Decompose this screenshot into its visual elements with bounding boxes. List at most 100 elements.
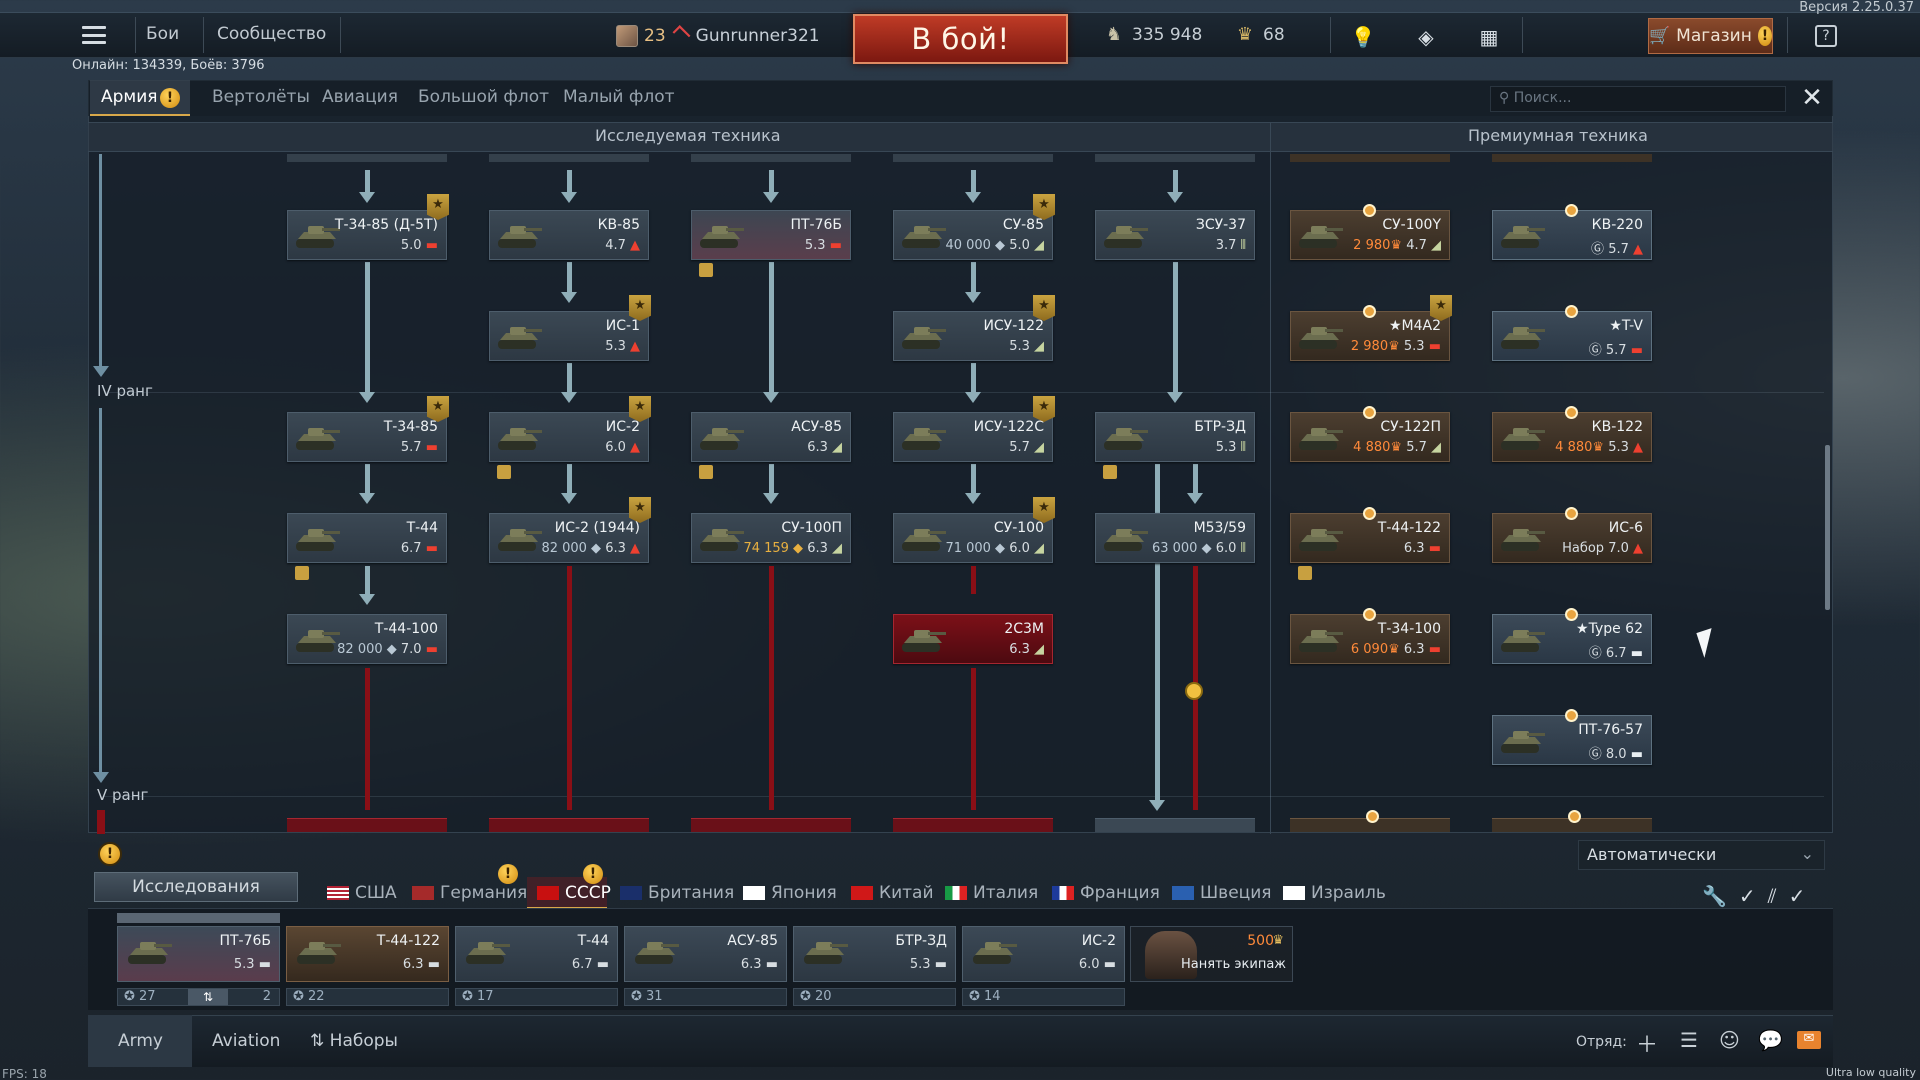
- tab-aviation-mode[interactable]: Aviation: [212, 1031, 280, 1051]
- check-icon[interactable]: ✓: [1789, 884, 1806, 908]
- crew-slot[interactable]: ПТ-76Б 5.3 ▬: [117, 926, 280, 982]
- nation-tab[interactable]: Италия: [945, 883, 1038, 903]
- vehicle-card[interactable]: СУ-85 40 000 ◆ 5.0 ◢: [893, 210, 1053, 260]
- vehicle-card[interactable]: ИСУ-122 5.3 ◢: [893, 311, 1053, 361]
- premium-vehicle-card[interactable]: СУ-100Y 2 980♛ 4.7 ◢: [1290, 210, 1450, 260]
- swap-icon[interactable]: ⇅: [188, 989, 228, 1005]
- wrench-icon[interactable]: 🔧: [1702, 884, 1727, 908]
- hire-crew-slot[interactable]: 500 ♛ Нанять экипаж: [1130, 926, 1293, 982]
- tab-army-mode[interactable]: Army: [118, 1031, 163, 1051]
- vehicle-name: СУ-100Y: [1382, 217, 1441, 233]
- help-icon[interactable]: ?: [1815, 25, 1837, 47]
- premium-vehicle-card[interactable]: ★T-V Ⓖ 5.7 ▬: [1492, 311, 1652, 361]
- nation-tab[interactable]: Франция: [1052, 883, 1160, 903]
- crew-slot[interactable]: ИС-2 6.0 ▬: [962, 926, 1125, 982]
- vehicle-card[interactable]: ИС-2 6.0 ▲: [489, 412, 649, 462]
- card-cutoff: [489, 154, 649, 162]
- battles-link[interactable]: Бои: [146, 24, 179, 44]
- vehicle-card[interactable]: Т-34-85 (Д-5Т) 5.0 ▬: [287, 210, 447, 260]
- td-class-icon: ◢: [1034, 541, 1044, 556]
- battle-rating: 5.3 ▲: [605, 339, 640, 354]
- vehicle-card[interactable]: ЗСУ-37 3.7 ⫴: [1095, 210, 1255, 260]
- vehicle-card[interactable]: КВ-85 4.7 ▲: [489, 210, 649, 260]
- nation-tab[interactable]: СССР: [537, 883, 611, 903]
- nation-tab[interactable]: Израиль: [1283, 883, 1386, 903]
- chat-icon[interactable]: 💬: [1758, 1028, 1783, 1052]
- shop-button[interactable]: 🛒 Магазин !: [1648, 18, 1773, 54]
- premium-vehicle-card[interactable]: ★M4A2 2 980♛ 5.3 ▬: [1290, 311, 1450, 361]
- tab-aviation[interactable]: Авиация: [322, 87, 398, 107]
- presets-button[interactable]: ⇅ Наборы: [310, 1031, 398, 1051]
- vehicle-card[interactable]: СУ-100 71 000 ◆ 6.0 ◢: [893, 513, 1053, 563]
- vehicle-card[interactable]: ИС-2 (1944) 82 000 ◆ 6.3 ▲: [489, 513, 649, 563]
- tab-army[interactable]: Армия: [101, 87, 158, 107]
- search-input[interactable]: ⚲ Поиск...: [1490, 86, 1786, 112]
- tab-helicopters[interactable]: Вертолёты: [212, 87, 310, 107]
- vehicle-card[interactable]: 2С3М 6.3 ◢: [893, 614, 1053, 664]
- check-icon[interactable]: ✓: [1739, 884, 1756, 908]
- premium-vehicle-card[interactable]: КВ-122 4 880♛ 5.3 ▲: [1492, 412, 1652, 462]
- crew-slot[interactable]: АСУ-85 6.3 ▬: [624, 926, 787, 982]
- research-button[interactable]: Исследования: [94, 872, 298, 902]
- premium-vehicle-card[interactable]: ★Type 62 Ⓖ 6.7 ▬: [1492, 614, 1652, 664]
- tab-bluewater-fleet[interactable]: Большой флот: [418, 87, 549, 107]
- card-cutoff: [1095, 154, 1255, 162]
- crew-slot[interactable]: БТР-ЗД 5.3 ▬: [793, 926, 956, 982]
- crew-icon: [699, 263, 713, 277]
- vehicle-card[interactable]: Т-44 6.7 ▬: [287, 513, 447, 563]
- premium-vehicle-card[interactable]: Т-44-122 6.3 ▬: [1290, 513, 1450, 563]
- golden-eagles[interactable]: ♛ 68: [1234, 24, 1285, 46]
- double-check-icon[interactable]: ⫽: [1768, 884, 1777, 908]
- br-value: 6.7: [1605, 646, 1631, 661]
- nation-tab[interactable]: Япония: [743, 883, 837, 903]
- battle-rating: Ⓖ 5.7 ▬: [1589, 339, 1643, 358]
- battle-rating: 3.7 ⫴: [1216, 238, 1246, 253]
- premium-vehicle-card[interactable]: ИС-6 Набор 7.0 ▲: [1492, 513, 1652, 563]
- community-link[interactable]: Сообщество: [217, 24, 326, 44]
- menu-icon[interactable]: [82, 26, 106, 44]
- nation-tab[interactable]: Китай: [851, 883, 934, 903]
- battle-rating: Ⓖ 8.0 ▬: [1589, 743, 1643, 762]
- premium-vehicle-card[interactable]: КВ-220 Ⓖ 5.7 ▲: [1492, 210, 1652, 260]
- crew-slot[interactable]: Т-44 6.7 ▬: [455, 926, 618, 982]
- nation-tab[interactable]: Британия: [620, 883, 734, 903]
- vehicle-card[interactable]: М53/59 63 000 ◆ 6.0 ⫴: [1095, 513, 1255, 563]
- premium-marker-icon: [1565, 608, 1578, 621]
- vehicle-card[interactable]: Т-34-85 5.7 ▬: [287, 412, 447, 462]
- player-profile[interactable]: 23 Gunrunner321: [616, 22, 820, 50]
- premium-vehicle-card[interactable]: ПТ-76-57 Ⓖ 8.0 ▬: [1492, 715, 1652, 765]
- to-battle-button[interactable]: В бой!: [853, 14, 1068, 64]
- auto-select-dropdown[interactable]: Автоматически ⌄: [1578, 840, 1825, 870]
- close-icon[interactable]: ✕: [1797, 83, 1827, 113]
- td-class-icon: ◢: [1034, 339, 1044, 354]
- vehicle-card[interactable]: АСУ-85 6.3 ◢: [691, 412, 851, 462]
- warning-icon[interactable]: !: [98, 842, 122, 866]
- scrollbar[interactable]: [1825, 445, 1830, 610]
- plus-icon[interactable]: ＋: [1636, 1027, 1658, 1059]
- nation-tab[interactable]: США: [327, 883, 397, 903]
- premium-vehicle-card[interactable]: СУ-122П 4 880♛ 5.7 ◢: [1290, 412, 1450, 462]
- vehicle-card[interactable]: БТР-ЗД 5.3 ⫴: [1095, 412, 1255, 462]
- heavy-class-icon: ▲: [630, 339, 640, 354]
- mail-icon[interactable]: ✉: [1797, 1031, 1821, 1049]
- rank-separator: [104, 796, 1824, 797]
- vehicle-card[interactable]: ИС-1 5.3 ▲: [489, 311, 649, 361]
- vehicle-card[interactable]: ПТ-76Б 5.3 ▬: [691, 210, 851, 260]
- list-icon[interactable]: ☰: [1680, 1028, 1698, 1052]
- lightbulb-icon[interactable]: 💡: [1348, 22, 1378, 52]
- nation-tab[interactable]: Германия: [412, 883, 527, 903]
- crew-slot[interactable]: Т-44-122 6.3 ▬: [286, 926, 449, 982]
- diamond-icon[interactable]: ◈: [1411, 22, 1441, 52]
- silver-lions[interactable]: ♞ 335 948: [1103, 24, 1202, 46]
- coupon-icon[interactable]: ▦: [1474, 22, 1504, 52]
- premium-vehicle-card[interactable]: Т-34-100 6 090♛ 6.3 ▬: [1290, 614, 1450, 664]
- tab-coastal-fleet[interactable]: Малый флот: [563, 87, 675, 107]
- vehicle-card[interactable]: ИСУ-122С 5.7 ◢: [893, 412, 1053, 462]
- timer-icon[interactable]: [1185, 682, 1203, 700]
- friends-icon[interactable]: ☺: [1719, 1028, 1740, 1052]
- vehicle-card[interactable]: СУ-100П 74 159 ◆ 6.3 ◢: [691, 513, 851, 563]
- nation-tab[interactable]: Швеция: [1172, 883, 1272, 903]
- rank-chevron-icon: [672, 29, 690, 43]
- card-cutoff: [691, 818, 851, 832]
- vehicle-card[interactable]: Т-44-100 82 000 ◆ 7.0 ▬: [287, 614, 447, 664]
